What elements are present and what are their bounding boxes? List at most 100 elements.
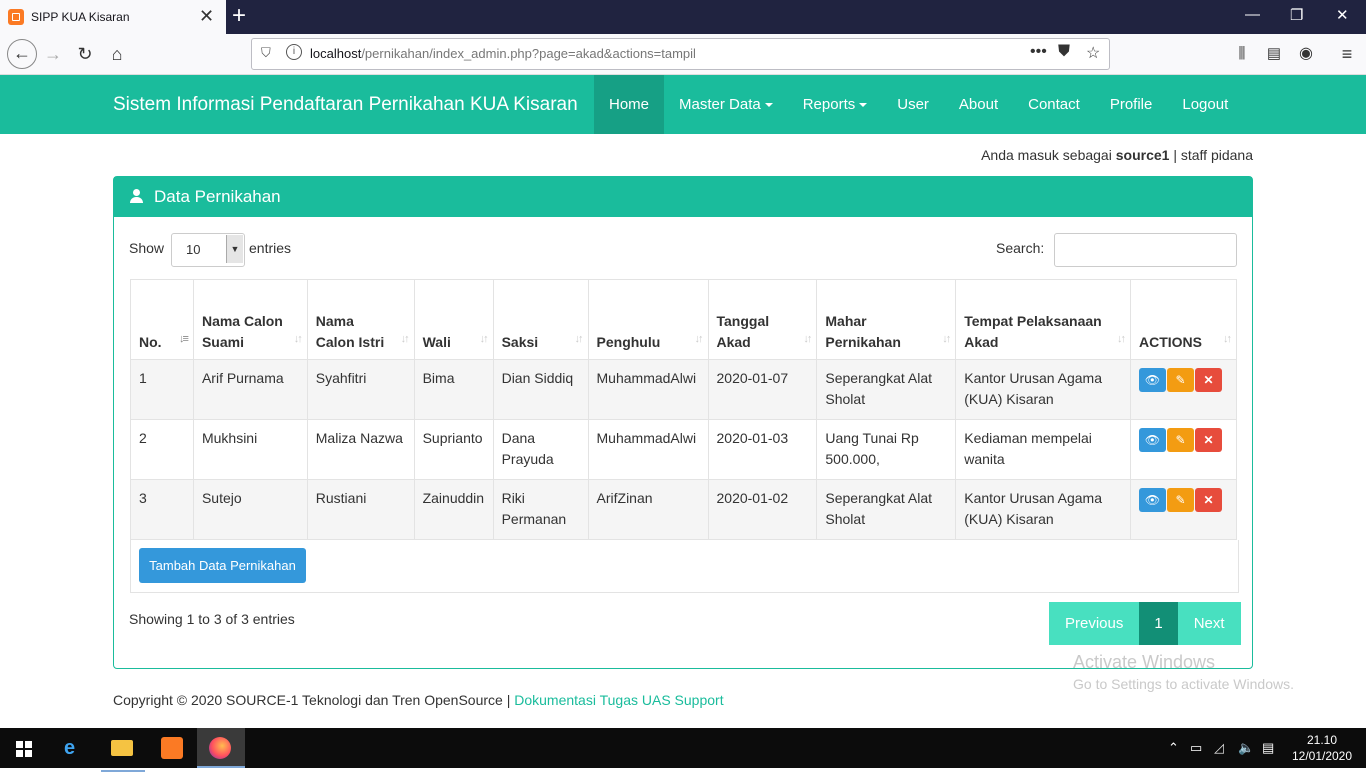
login-info: Anda masuk sebagai source1 | staff pidan… (981, 147, 1253, 163)
browser-tab[interactable]: SIPP KUA Kisaran ✕ (0, 0, 226, 34)
search-label: Search: (996, 240, 1045, 256)
table-cell: 3 (130, 479, 194, 540)
page-length-select[interactable]: 10 ▼ (171, 233, 245, 267)
login-role: | staff pidana (1173, 147, 1253, 163)
bookmark-star-icon[interactable]: ☆ (1086, 43, 1100, 63)
edge-icon: e (64, 737, 76, 759)
page-1-button[interactable]: 1 (1139, 602, 1178, 645)
col-header-label: Mahar Pernikahan (825, 313, 901, 350)
col-header-label: Tempat Pelaksanaan Akad (964, 313, 1102, 350)
edit-button[interactable]: ✎ (1166, 428, 1194, 452)
table-cell: Uang Tunai Rp 500.000, (816, 419, 957, 480)
footer-text: Copyright © 2020 SOURCE-1 Teknologi dan … (113, 692, 511, 708)
table-cell: Kantor Urusan Agama (KUA) Kisaran (955, 359, 1131, 420)
col-header[interactable]: Nama Calon Istri ↓↑ (306, 279, 415, 360)
table-header-row: No. ↓≡ Nama Calon Suami ↓↑ Nama Calon Istr… (130, 279, 1238, 360)
account-icon[interactable]: ◉ (1294, 42, 1318, 66)
menu-contact[interactable]: Contact (1013, 75, 1095, 134)
network-icon[interactable]: ◿ (1214, 740, 1224, 756)
view-button[interactable]: 👁 (1138, 368, 1166, 392)
menu-home[interactable]: Home (594, 75, 665, 134)
new-tab-icon[interactable]: + (232, 3, 246, 29)
col-header[interactable]: Tanggal Akad ↓↑ (707, 279, 818, 360)
view-button[interactable]: 👁 (1138, 428, 1166, 452)
col-header[interactable]: Saksi ↓↑ (492, 279, 589, 360)
search-input[interactable] (1054, 233, 1237, 267)
windows-logo-icon (16, 741, 32, 757)
clock-date: 12/01/2020 (1291, 749, 1353, 763)
menu-master-data-label: Master Data (679, 96, 761, 113)
col-header[interactable]: Mahar Pernikahan ↓↑ (816, 279, 957, 360)
view-button[interactable]: 👁 (1138, 488, 1166, 512)
pocket-icon[interactable]: ⛊ (1058, 43, 1070, 61)
xampp-taskbar-button[interactable] (148, 728, 196, 768)
next-button[interactable]: Next (1177, 602, 1241, 645)
address-bar[interactable]: ⛉ i localhost/pernikahan/index_admin.php… (251, 38, 1110, 70)
info-icon[interactable]: i (286, 44, 302, 60)
volume-icon[interactable]: 🔈 (1238, 740, 1254, 756)
sort-icon: ↓↑ (400, 333, 410, 345)
actions-cell: 👁 ✎ ✕ (1129, 419, 1238, 480)
table-cell: 2020-01-07 (707, 359, 818, 420)
previous-button[interactable]: Previous (1049, 602, 1140, 645)
delete-button[interactable]: ✕ (1194, 488, 1222, 512)
col-header[interactable]: Penghulu ↓↑ (587, 279, 709, 360)
delete-button[interactable]: ✕ (1194, 368, 1222, 392)
table-cell: Sutejo (192, 479, 308, 540)
url-text[interactable]: localhost/pernikahan/index_admin.php?pag… (310, 46, 696, 61)
table-cell: Syahfitri (306, 359, 415, 420)
col-header[interactable]: Nama Calon Suami ↓↑ (192, 279, 308, 360)
close-tab-icon[interactable]: ✕ (199, 6, 214, 26)
add-row: Tambah Data Pernikahan (130, 540, 1239, 593)
col-header-label: Nama Calon Suami (201, 313, 283, 350)
menu-user[interactable]: User (882, 75, 944, 134)
shield-icon[interactable]: ⛉ (261, 45, 271, 61)
restore-icon[interactable]: ❐ (1290, 6, 1303, 24)
battery-icon[interactable]: ▭ (1190, 740, 1202, 756)
sidebar-icon[interactable]: ▤ (1262, 42, 1286, 66)
notification-icon[interactable]: ▤ (1262, 740, 1274, 756)
reload-icon[interactable]: ↻ (73, 42, 97, 66)
taskbar-clock[interactable]: 21.10 12/01/2020 (1290, 732, 1354, 764)
page-actions-icon[interactable]: ••• (1030, 43, 1047, 61)
back-icon[interactable]: ← (7, 39, 37, 69)
home-icon[interactable]: ⌂ (105, 42, 129, 66)
firefox-icon (209, 737, 231, 759)
sort-icon: ↓↑ (479, 333, 489, 345)
entries-label: entries (249, 240, 292, 256)
firefox-taskbar-button[interactable] (197, 728, 245, 768)
add-marriage-button[interactable]: Tambah Data Pernikahan (139, 548, 306, 583)
table-cell: 2020-01-02 (707, 479, 818, 540)
forward-icon[interactable]: → (41, 42, 65, 66)
menu-profile[interactable]: Profile (1095, 75, 1168, 134)
menu-master-data[interactable]: Master Data (664, 75, 788, 134)
col-header[interactable]: Wali ↓↑ (413, 279, 494, 360)
start-button[interactable] (0, 728, 48, 768)
tray-chevron-up-icon[interactable]: ⌃ (1168, 740, 1179, 756)
col-header[interactable]: No. ↓≡ (130, 279, 194, 360)
menu-logout[interactable]: Logout (1167, 75, 1243, 134)
col-header[interactable]: Tempat Pelaksanaan Akad ↓↑ (955, 279, 1131, 360)
table-row: 1 Arif Purnama Syahfitri Bima Dian Siddi… (130, 359, 1238, 420)
edge-taskbar-button[interactable]: e (50, 728, 98, 768)
edit-button[interactable]: ✎ (1166, 488, 1194, 512)
table-row: 2 Mukhsini Maliza Nazwa Suprianto Dana P… (130, 419, 1238, 480)
col-header[interactable]: ACTIONS ↓↑ (1129, 279, 1238, 360)
edit-button[interactable]: ✎ (1166, 368, 1194, 392)
menu-reports[interactable]: Reports (788, 75, 883, 134)
explorer-taskbar-button[interactable] (99, 728, 147, 772)
table-cell: Zainuddin (413, 479, 494, 540)
footer-link[interactable]: Dokumentasi Tugas UAS Support (514, 692, 723, 708)
minimize-icon[interactable]: — (1245, 6, 1260, 23)
delete-button[interactable]: ✕ (1194, 428, 1222, 452)
close-window-icon[interactable]: ✕ (1336, 6, 1349, 24)
browser-toolbar: ← → ↻ ⌂ ⛉ i localhost/pernikahan/index_a… (0, 34, 1366, 75)
table-cell: Rustiani (306, 479, 415, 540)
table-cell: MuhammadAlwi (587, 419, 709, 480)
site-brand[interactable]: Sistem Informasi Pendaftaran Pernikahan … (113, 94, 578, 116)
library-icon[interactable]: ⫼ (1230, 42, 1254, 66)
col-header-label: Saksi (501, 334, 539, 350)
menu-about[interactable]: About (944, 75, 1013, 134)
chevron-down-icon[interactable]: ▼ (226, 235, 243, 263)
menu-icon[interactable]: ≡ (1335, 42, 1359, 66)
